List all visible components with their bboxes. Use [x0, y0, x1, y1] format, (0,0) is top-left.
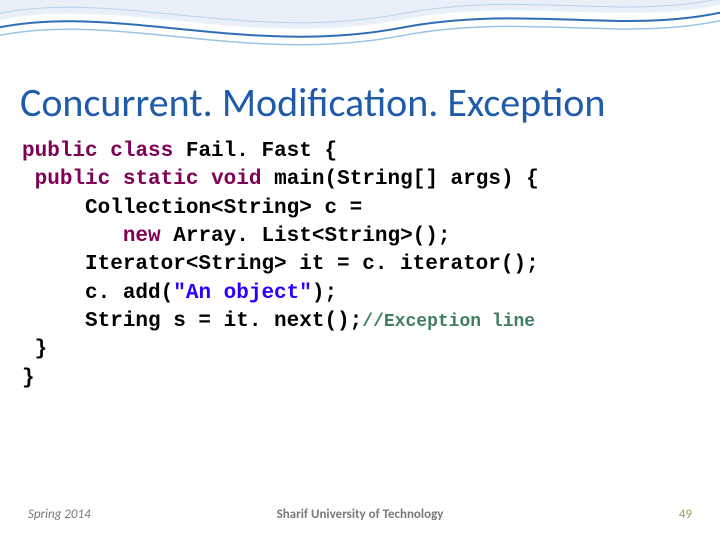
- footer-date: Spring 2014: [28, 507, 91, 522]
- kw-void: void: [211, 168, 261, 191]
- code-text: String s = it. next();: [22, 310, 362, 333]
- code-text: Array. List<String>();: [161, 225, 451, 248]
- code-text: );: [312, 282, 337, 305]
- code-text: }: [22, 338, 47, 361]
- footer: Spring 2014 Sharif University of Technol…: [0, 507, 720, 522]
- code-text: main(String[] args) {: [262, 168, 539, 191]
- slide-number: 49: [679, 507, 692, 522]
- code-block: public class Fail. Fast { public static …: [22, 138, 539, 393]
- footer-institution: Sharif University of Technology: [277, 507, 444, 522]
- code-text: c. add(: [22, 282, 173, 305]
- kw-class: class: [110, 140, 173, 163]
- kw-new: new: [123, 225, 161, 248]
- slide-title: Concurrent. Modification. Exception: [20, 78, 605, 127]
- kw-public: public: [35, 168, 111, 191]
- kw-static: static: [123, 168, 199, 191]
- kw-public: public: [22, 140, 98, 163]
- comment: //Exception line: [362, 312, 535, 332]
- wave-decoration: [0, 0, 720, 70]
- code-text: [22, 168, 35, 191]
- code-text: Fail. Fast {: [173, 140, 337, 163]
- code-text: Iterator<String> it = c. iterator();: [22, 253, 539, 276]
- code-text: Collection<String> c =: [22, 197, 375, 220]
- code-text: [22, 225, 123, 248]
- string-literal: "An object": [173, 282, 312, 305]
- code-text: }: [22, 367, 35, 390]
